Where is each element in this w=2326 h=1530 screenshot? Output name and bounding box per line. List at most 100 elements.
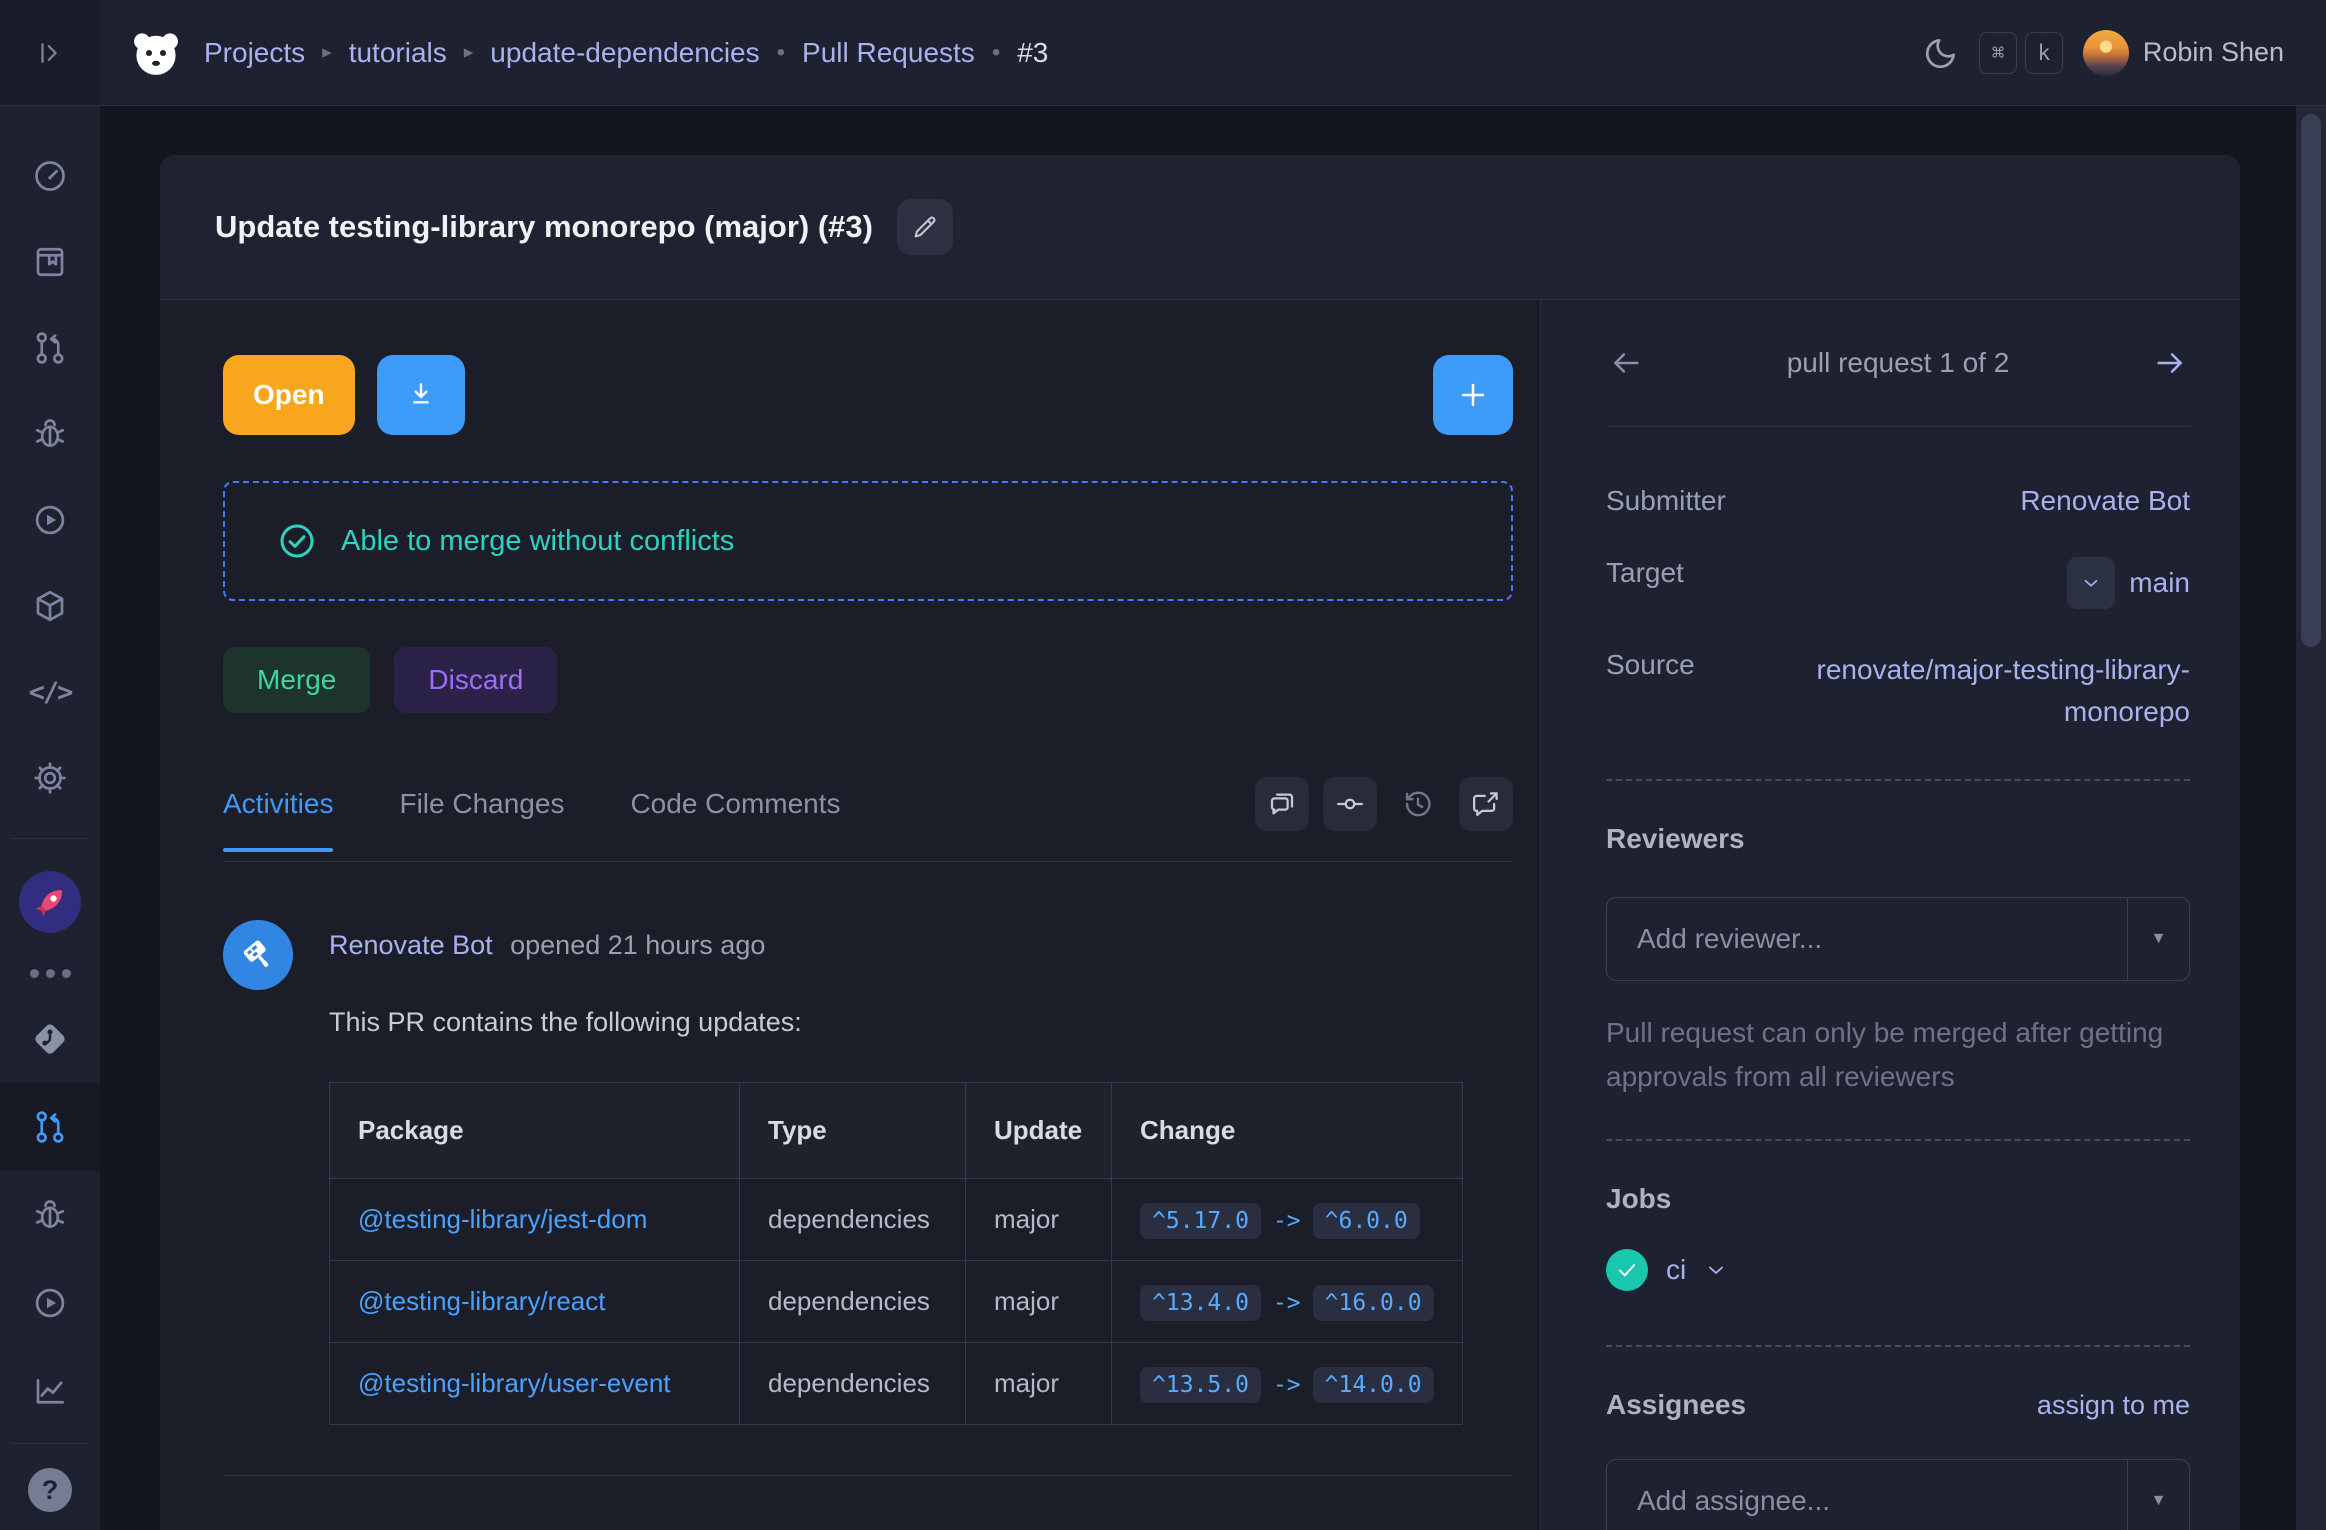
dashboard-icon[interactable] bbox=[32, 158, 68, 194]
pull-request-active-icon bbox=[32, 1109, 68, 1145]
more-projects-button[interactable] bbox=[0, 951, 100, 995]
packages-icon[interactable] bbox=[32, 588, 68, 624]
sidebar-item-builds[interactable] bbox=[0, 1259, 100, 1347]
dep-type: dependencies bbox=[740, 1343, 966, 1425]
version-to: ^14.0.0 bbox=[1313, 1367, 1434, 1403]
submitter-field: Submitter Renovate Bot bbox=[1606, 485, 2190, 517]
activity-body: Renovate Bot opened 21 hours ago This PR… bbox=[329, 920, 1513, 1425]
history-button[interactable] bbox=[1391, 777, 1445, 831]
tab-action-icons bbox=[1255, 777, 1513, 831]
pull-requests-icon[interactable] bbox=[32, 330, 68, 366]
col-package: Package bbox=[330, 1083, 740, 1179]
package-link[interactable]: @testing-library/react bbox=[358, 1286, 605, 1316]
sidebar-item-stats[interactable] bbox=[0, 1347, 100, 1435]
activity-item: Renovate Bot opened 21 hours ago This PR… bbox=[223, 920, 1513, 1425]
arrow-glyph: -> bbox=[1273, 1208, 1301, 1234]
dark-mode-moon-icon[interactable] bbox=[1923, 35, 1959, 71]
pull-request-card: Update testing-library monorepo (major) … bbox=[160, 155, 2240, 1530]
add-comment-button[interactable] bbox=[1433, 355, 1513, 435]
activity-timestamp: opened 21 hours ago bbox=[510, 930, 765, 960]
dep-change: ^13.5.0->^14.0.0 bbox=[1112, 1343, 1463, 1425]
assign-to-me-link[interactable]: assign to me bbox=[2037, 1390, 2190, 1421]
renovate-bot-avatar bbox=[223, 920, 293, 990]
sidebar-item-pull-requests-active[interactable] bbox=[0, 1083, 100, 1171]
next-pr-button[interactable] bbox=[2150, 343, 2190, 383]
package-link[interactable]: @testing-library/jest-dom bbox=[358, 1204, 647, 1234]
dashed-divider bbox=[1606, 1139, 2190, 1141]
version-to: ^6.0.0 bbox=[1313, 1203, 1420, 1239]
reviewers-help-text: Pull request can only be merged after ge… bbox=[1606, 1011, 2190, 1099]
k-key: k bbox=[2025, 32, 2063, 74]
merge-button[interactable]: Merge bbox=[223, 647, 370, 713]
builds-icon[interactable] bbox=[32, 502, 68, 538]
breadcrumb-pull-requests[interactable]: Pull Requests bbox=[802, 37, 975, 69]
download-patch-button[interactable] bbox=[377, 355, 465, 435]
breadcrumb-projects[interactable]: Projects bbox=[204, 37, 305, 69]
pr-status-row: Open bbox=[223, 355, 1513, 435]
previous-pr-button[interactable] bbox=[1606, 343, 1646, 383]
sidebar-item-issues[interactable] bbox=[0, 1171, 100, 1259]
dep-type: dependencies bbox=[740, 1179, 966, 1261]
dep-update: major bbox=[966, 1179, 1112, 1261]
submitter-value[interactable]: Renovate Bot bbox=[2020, 485, 2190, 517]
show-commits-button[interactable] bbox=[1323, 777, 1377, 831]
add-assignee-select[interactable]: Add assignee... ▼ bbox=[1606, 1459, 2190, 1530]
git-icon bbox=[31, 1020, 69, 1058]
dependency-table: Package Type Update Change @testing-libr… bbox=[329, 1082, 1463, 1425]
discard-button[interactable]: Discard bbox=[394, 647, 557, 713]
scrollbar-thumb[interactable] bbox=[2301, 114, 2321, 647]
jobs-heading: Jobs bbox=[1606, 1183, 2190, 1215]
target-label: Target bbox=[1606, 557, 1684, 589]
bug-icon bbox=[32, 1197, 68, 1233]
open-comment-external-button[interactable] bbox=[1459, 777, 1513, 831]
sidebar-expand-button[interactable] bbox=[22, 25, 78, 81]
breadcrumb-repo[interactable]: update-dependencies bbox=[490, 37, 759, 69]
code-icon[interactable]: </> bbox=[32, 674, 68, 710]
dep-change: ^13.4.0->^16.0.0 bbox=[1112, 1261, 1463, 1343]
bubble-external-icon bbox=[1471, 789, 1501, 819]
page-scrollbar[interactable] bbox=[2296, 106, 2326, 1530]
dot-separator: • bbox=[777, 39, 785, 67]
dashed-divider bbox=[1606, 1345, 2190, 1347]
add-reviewer-select[interactable]: Add reviewer... ▼ bbox=[1606, 897, 2190, 981]
show-comments-button[interactable] bbox=[1255, 777, 1309, 831]
settings-gear-icon[interactable] bbox=[32, 760, 68, 796]
tab-activities[interactable]: Activities bbox=[223, 788, 333, 820]
rocket-icon bbox=[19, 871, 81, 933]
project-avatar-rocket[interactable] bbox=[0, 853, 100, 951]
activity-author-link[interactable]: Renovate Bot bbox=[329, 930, 493, 960]
chevron-right-icon: ▸ bbox=[464, 41, 474, 64]
job-ci-row[interactable]: ci bbox=[1606, 1249, 2190, 1291]
sidebar-project-nav bbox=[0, 839, 100, 1435]
pr-actions: Merge Discard bbox=[223, 647, 1513, 713]
sidebar-item-code[interactable] bbox=[0, 995, 100, 1083]
target-branch-dropdown[interactable] bbox=[2067, 557, 2115, 609]
sidebar-header bbox=[0, 0, 100, 106]
select-caret-icon: ▼ bbox=[2127, 898, 2189, 980]
target-branch-value[interactable]: main bbox=[2129, 567, 2190, 599]
user-menu[interactable]: Robin Shen bbox=[2083, 30, 2284, 76]
help-button[interactable]: ? bbox=[28, 1468, 72, 1512]
dep-update: major bbox=[966, 1261, 1112, 1343]
table-row: @testing-library/react dependencies majo… bbox=[330, 1261, 1463, 1343]
breadcrumb-tutorials[interactable]: tutorials bbox=[349, 37, 447, 69]
edit-title-button[interactable] bbox=[897, 199, 953, 255]
play-circle-icon bbox=[32, 1285, 68, 1321]
arrow-left-icon bbox=[1609, 346, 1643, 380]
reviewers-heading: Reviewers bbox=[1606, 823, 2190, 855]
package-link[interactable]: @testing-library/user-event bbox=[358, 1368, 671, 1398]
source-branch-value[interactable]: renovate/major-testing-library-monorepo bbox=[1720, 649, 2190, 733]
tab-code-comments[interactable]: Code Comments bbox=[630, 788, 840, 820]
assignees-header: Assignees assign to me bbox=[1606, 1389, 2190, 1421]
col-change: Change bbox=[1112, 1083, 1463, 1179]
issues-bug-icon[interactable] bbox=[32, 416, 68, 452]
onedev-logo[interactable] bbox=[128, 25, 184, 81]
dep-update: major bbox=[966, 1343, 1112, 1425]
ellipsis-icon bbox=[30, 969, 71, 978]
pr-title: Update testing-library monorepo (major) … bbox=[215, 209, 873, 245]
projects-icon[interactable] bbox=[32, 244, 68, 280]
pr-tabs: Activities File Changes Code Comments bbox=[223, 777, 1513, 862]
arrow-right-icon bbox=[2153, 346, 2187, 380]
tab-file-changes[interactable]: File Changes bbox=[399, 788, 564, 820]
job-success-icon bbox=[1606, 1249, 1648, 1291]
